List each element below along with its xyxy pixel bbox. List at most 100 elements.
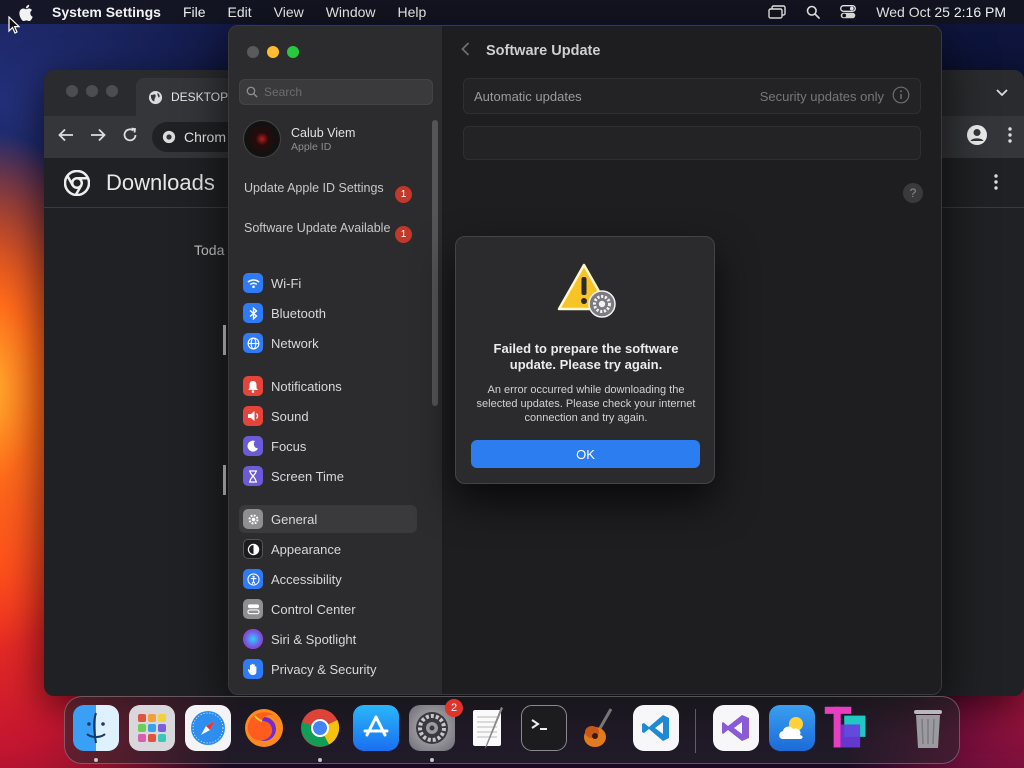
system-settings-icon[interactable]: 2 [409,699,463,751]
visual-studio-icon[interactable] [713,705,759,751]
menu-bar: System Settings File Edit View Window He… [0,0,1024,24]
alert-title: Failed to prepare the software update. P… [493,341,679,372]
sidebar-item-label: Siri & Spotlight [271,631,357,647]
sidebar-item-network[interactable]: Network [239,329,419,357]
sidebar-item-focus[interactable]: Focus [239,432,419,460]
info-icon[interactable] [892,86,910,107]
settings-close-button[interactable] [247,46,259,58]
menu-help[interactable]: Help [398,4,427,20]
alert-message: An error occurred while downloading the … [476,384,696,424]
notice-badge: 1 [395,226,412,243]
ok-button[interactable]: OK [471,440,700,468]
page-title: Software Update [486,43,601,59]
app-store-icon[interactable] [353,705,399,751]
sidebar-item-privacy-security[interactable]: Privacy & Security [239,655,419,683]
chrome-tab-title: DESKTOP [171,90,229,104]
settings-window-controls [247,46,299,58]
notice-software-update[interactable]: Software Update Available [244,220,414,236]
speaker-icon [243,406,263,426]
chrome-icon[interactable] [297,705,343,751]
sidebar-item-label: Network [271,335,319,351]
sidebar-item-label: Screen Time [271,468,344,484]
mouse-cursor-icon [8,16,20,34]
back-chevron-icon[interactable] [461,42,470,60]
firefox-icon[interactable] [241,705,287,751]
reload-icon[interactable] [122,127,138,148]
sidebar-item-label: Accessibility [271,571,342,587]
search-input[interactable] [264,85,424,99]
sidebar-item-wifi[interactable]: Wi-Fi [239,269,419,297]
notice-update-apple-id[interactable]: Update Apple ID Settings [244,180,414,196]
profile-icon[interactable] [966,124,988,151]
settings-minimize-button[interactable] [267,46,279,58]
chrome-close-button[interactable] [66,85,78,97]
terminal-icon[interactable] [521,705,567,751]
sidebar-item-label: Wi-Fi [271,275,302,291]
launchpad-icon[interactable] [129,705,175,751]
sidebar-item-sound[interactable]: Sound [239,402,419,430]
sidebar-item-label: Sound [271,408,309,424]
weather-icon[interactable] [769,705,815,751]
sidebar-item-label: Bluetooth [271,305,326,321]
menubar-clock[interactable]: Wed Oct 25 2:16 PM [876,4,1006,20]
sidebar-item-siri-spotlight[interactable]: Siri & Spotlight [239,625,419,653]
hand-icon [243,659,263,679]
safari-icon[interactable] [185,705,231,751]
running-indicator [430,758,434,762]
settings-zoom-button[interactable] [287,46,299,58]
finder-icon[interactable] [73,705,119,751]
gear-icon [243,509,263,529]
warning-icon [557,263,616,318]
chrome-zoom-button[interactable] [106,85,118,97]
apple-menu-icon[interactable] [18,4,40,21]
sidebar-item-screen-time[interactable]: Screen Time [239,462,419,490]
trash-icon[interactable] [905,705,951,751]
sidebar-item-general[interactable]: General [239,505,417,533]
automatic-updates-label: Automatic updates [474,88,582,104]
forward-arrow-icon[interactable] [90,128,106,147]
control-center-icon[interactable] [840,5,857,19]
account-name: Calub Viem [291,125,356,140]
appearance-icon [243,539,263,559]
menu-app-name[interactable]: System Settings [52,4,161,20]
control-center-icon [243,599,263,619]
menu-file[interactable]: File [183,4,206,20]
settings-search-field[interactable] [239,79,433,105]
automatic-updates-value: Security updates only [759,88,884,104]
sidebar-item-control-center[interactable]: Control Center [239,595,419,623]
tableplus-icon[interactable] [823,705,869,751]
download-item-edge [223,465,226,495]
help-button[interactable]: ? [903,183,923,203]
sidebar-item-accessibility[interactable]: Accessibility [239,565,419,593]
chrome-menu-icon[interactable] [1008,127,1012,148]
back-arrow-icon[interactable] [58,128,74,147]
menu-window[interactable]: Window [326,4,376,20]
running-indicator [94,758,98,762]
menu-view[interactable]: View [274,4,304,20]
running-indicator [318,758,322,762]
vscode-icon[interactable] [633,705,679,751]
sidebar-item-appearance[interactable]: Appearance [239,535,419,563]
chrome-logo-icon [162,130,176,144]
sidebar-item-bluetooth[interactable]: Bluetooth [239,299,419,327]
sidebar-scrollbar[interactable] [432,120,438,406]
screen-mirroring-icon[interactable] [768,5,786,19]
downloads-menu-icon[interactable] [994,174,998,195]
automatic-updates-row[interactable]: Automatic updates Security updates only [463,78,921,114]
chrome-window-controls [66,85,118,97]
avatar [243,120,281,158]
menu-edit[interactable]: Edit [228,4,252,20]
garageband-icon[interactable] [577,705,623,751]
apple-id-account[interactable]: Calub Viem Apple ID [243,120,355,158]
globe-icon [148,90,163,104]
spotlight-search-icon[interactable] [806,5,821,19]
sidebar-item-notifications[interactable]: Notifications [239,372,419,400]
textedit-icon[interactable] [465,705,511,751]
chevron-down-icon[interactable] [996,84,1008,102]
notice-badge: 1 [395,186,412,203]
sidebar-item-label: Privacy & Security [271,661,377,677]
sidebar-item-label: Appearance [271,541,342,557]
chrome-minimize-button[interactable] [86,85,98,97]
bluetooth-icon [243,303,263,323]
chrome-logo-icon [64,169,90,196]
